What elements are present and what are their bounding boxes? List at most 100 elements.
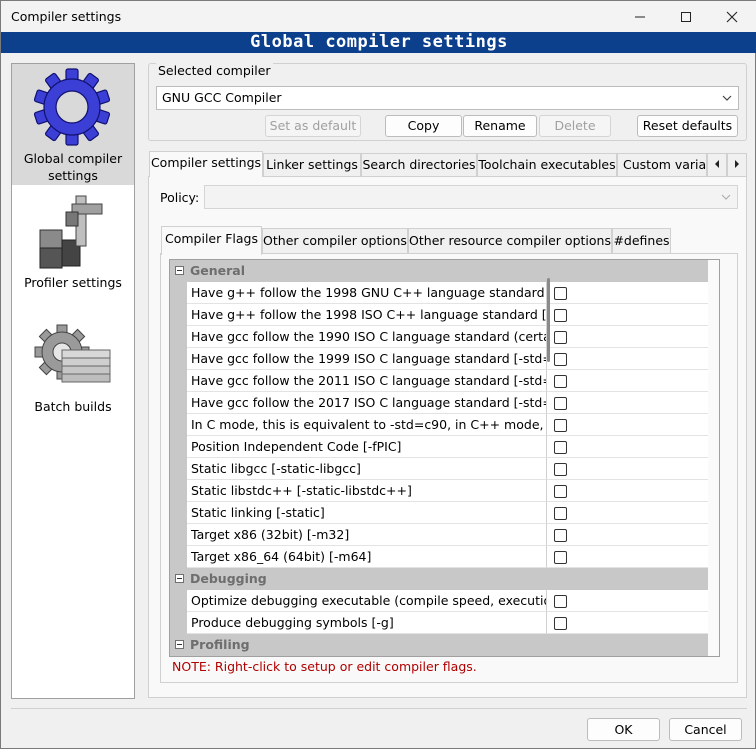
caret-right-icon [735, 160, 739, 168]
flag-checkbox[interactable] [554, 441, 567, 454]
flag-checkbox[interactable] [554, 617, 567, 630]
policy-dropdown[interactable] [204, 185, 738, 209]
flag-row: Have g++ follow the 1998 ISO C++ languag… [170, 304, 708, 326]
grid-scrollbar[interactable] [708, 260, 719, 656]
subtab-other-resource-compiler-options[interactable]: Other resource compiler options [408, 228, 612, 253]
flag-checkbox[interactable] [554, 419, 567, 432]
set-as-default-button[interactable]: Set as default [265, 115, 361, 137]
flag-row: Static libgcc [-static-libgcc] [170, 458, 708, 480]
compiler-dropdown[interactable]: GNU GCC Compiler [156, 86, 739, 110]
flag-label: Optimize debugging executable (compile s… [187, 590, 547, 612]
category-general[interactable]: General [170, 260, 708, 282]
flag-row: Have gcc follow the 2011 ISO C language … [170, 370, 708, 392]
flag-row: Target x86 (32bit) [-m32] [170, 524, 708, 546]
compiler-settings-window: Compiler settings Global compiler settin… [0, 0, 756, 749]
collapse-icon[interactable] [175, 640, 184, 649]
flag-checkbox[interactable] [554, 507, 567, 520]
page-banner: Global compiler settings [1, 32, 756, 53]
flag-checkbox[interactable] [554, 551, 567, 564]
category-profiling[interactable]: Profiling [170, 634, 708, 656]
caliper-icon [39, 195, 103, 269]
flag-row: In C mode, this is equivalent to -std=c9… [170, 414, 708, 436]
flag-checkbox[interactable] [554, 331, 567, 344]
flag-row: Have gcc follow the 1990 ISO C language … [170, 326, 708, 348]
minimize-icon [635, 16, 645, 17]
tab-custom-variables[interactable]: Custom variab [617, 153, 707, 176]
sidebar-item-global-compiler-settings[interactable]: Global compiler settings [12, 64, 134, 185]
window-title: Compiler settings [11, 9, 122, 24]
tab-linker-settings[interactable]: Linker settings [263, 153, 361, 176]
flag-label: Static libstdc++ [-static-libstdc++] [187, 480, 547, 502]
flag-checkbox[interactable] [554, 397, 567, 410]
flag-row: Optimize debugging executable (compile s… [170, 590, 708, 612]
sidebar-item-batch-builds[interactable]: Batch builds [12, 312, 134, 422]
collapse-icon[interactable] [175, 574, 184, 583]
sidebar-item-label: Profiler settings [24, 275, 122, 290]
chevron-down-icon [721, 194, 731, 200]
sidebar-item-label: Batch builds [34, 399, 112, 414]
flag-checkbox[interactable] [554, 375, 567, 388]
tab-compiler-settings[interactable]: Compiler settings [149, 151, 263, 177]
flag-row: Produce debugging symbols [-g] [170, 612, 708, 634]
sidebar: Global compiler settings Profiler settin… [11, 63, 135, 699]
subtab-defines[interactable]: #defines [612, 228, 671, 253]
flag-label: Produce debugging symbols [-g] [187, 612, 547, 634]
tab-scroll-right-button[interactable] [727, 153, 747, 176]
flag-label: Have gcc follow the 1990 ISO C language … [187, 326, 547, 348]
compiler-dropdown-value: GNU GCC Compiler [162, 90, 282, 105]
flag-label: Have gcc follow the 2017 ISO C language … [187, 392, 547, 414]
caret-left-icon [715, 160, 719, 168]
category-debugging[interactable]: Debugging [170, 568, 708, 590]
flag-label: Static libgcc [-static-libgcc] [187, 458, 547, 480]
policy-label: Policy: [160, 190, 200, 205]
delete-button[interactable]: Delete [539, 115, 611, 137]
flag-label: Have gcc follow the 2011 ISO C language … [187, 370, 547, 392]
ok-button[interactable]: OK [587, 718, 660, 741]
flag-label: Target x86 (32bit) [-m32] [187, 524, 547, 546]
flag-label: Have gcc follow the 1999 ISO C language … [187, 348, 547, 370]
flag-checkbox[interactable] [554, 309, 567, 322]
selected-compiler-label: Selected compiler [156, 63, 273, 78]
flag-checkbox[interactable] [554, 485, 567, 498]
subtab-other-compiler-options[interactable]: Other compiler options [262, 228, 408, 253]
tab-search-directories[interactable]: Search directories [361, 153, 477, 176]
subtab-compiler-flags[interactable]: Compiler Flags [161, 226, 262, 255]
copy-button[interactable]: Copy [385, 115, 462, 137]
collapse-icon[interactable] [175, 266, 184, 275]
flag-row: Static linking [-static] [170, 502, 708, 524]
minimize-button[interactable] [617, 1, 663, 32]
flag-row: Static libstdc++ [-static-libstdc++] [170, 480, 708, 502]
flag-row: Have gcc follow the 1999 ISO C language … [170, 348, 708, 370]
reset-defaults-button[interactable]: Reset defaults [637, 115, 738, 137]
maximize-icon [681, 11, 691, 22]
flag-checkbox[interactable] [554, 287, 567, 300]
flag-label: Static linking [-static] [187, 502, 547, 524]
batch-gear-icon [34, 324, 111, 383]
grid-scrollbar-thumb[interactable] [547, 278, 550, 362]
flag-label: Have g++ follow the 1998 ISO C++ languag… [187, 304, 547, 326]
flag-checkbox[interactable] [554, 529, 567, 542]
sidebar-item-profiler-settings[interactable]: Profiler settings [12, 188, 134, 298]
tab-toolchain-executables[interactable]: Toolchain executables [477, 153, 617, 176]
title-bar: Compiler settings [1, 1, 756, 32]
sidebar-item-label: Global compiler settings [23, 151, 123, 183]
maximize-button[interactable] [663, 1, 709, 32]
tab-scroll-left-button[interactable] [707, 153, 727, 176]
cancel-button[interactable]: Cancel [669, 718, 742, 741]
close-button[interactable] [709, 1, 755, 32]
flag-row: Have g++ follow the 1998 GNU C++ languag… [170, 282, 708, 304]
flag-checkbox[interactable] [554, 595, 567, 608]
category-label: General [190, 263, 245, 278]
flag-row: Have gcc follow the 2017 ISO C language … [170, 392, 708, 414]
flag-row: Target x86_64 (64bit) [-m64] [170, 546, 708, 568]
flag-checkbox[interactable] [554, 353, 567, 366]
category-label: Profiling [190, 637, 250, 652]
flag-label: Have g++ follow the 1998 GNU C++ languag… [187, 282, 547, 304]
footer-divider [11, 708, 747, 709]
rename-button[interactable]: Rename [463, 115, 537, 137]
flag-checkbox[interactable] [554, 463, 567, 476]
chevron-down-icon [722, 95, 732, 101]
flag-label: Target x86_64 (64bit) [-m64] [187, 546, 547, 568]
flag-row: Position Independent Code [-fPIC] [170, 436, 708, 458]
compiler-flags-grid: General Have g++ follow the 1998 GNU C++… [169, 259, 720, 657]
